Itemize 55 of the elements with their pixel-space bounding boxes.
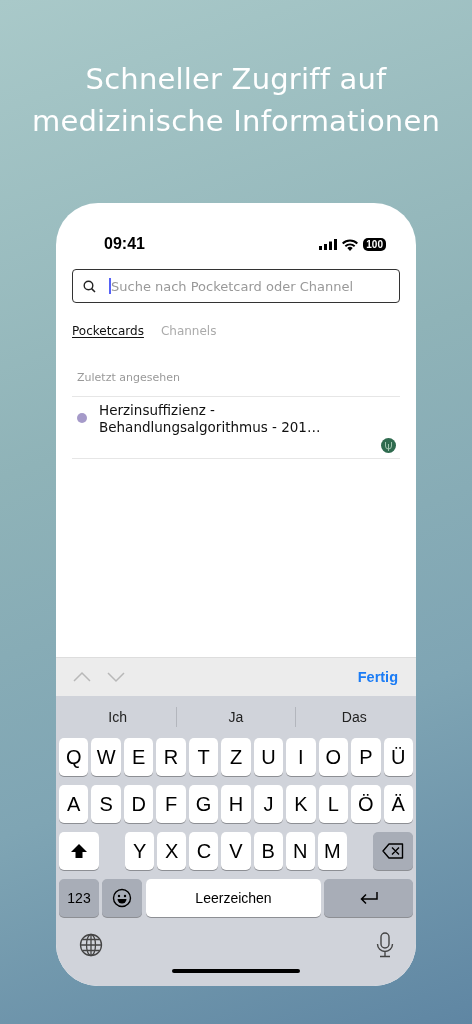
letter-key[interactable]: D bbox=[123, 785, 154, 823]
backspace-icon bbox=[382, 843, 404, 859]
letter-key[interactable]: Ä bbox=[383, 785, 413, 823]
status-time: 09:41 bbox=[104, 235, 145, 253]
letter-key[interactable]: O bbox=[318, 738, 349, 776]
letter-key[interactable]: G bbox=[188, 785, 219, 823]
emoji-key[interactable] bbox=[102, 879, 142, 917]
return-icon bbox=[358, 891, 379, 905]
numbers-key[interactable]: 123 bbox=[59, 879, 99, 917]
globe-icon[interactable] bbox=[79, 933, 103, 957]
letter-key[interactable]: W bbox=[91, 738, 121, 776]
item-title: Herzinsuffizienz - Behandlungsalgorithmus - 201… bbox=[99, 402, 322, 436]
search-field[interactable]: Suche nach Pocketcard oder Channel bbox=[72, 269, 400, 303]
delete-key[interactable] bbox=[373, 832, 413, 870]
recent-item[interactable]: Herzinsuffizienz - Behandlungsalgorithmus - 201… bbox=[72, 396, 400, 459]
letter-key[interactable]: A bbox=[59, 785, 89, 823]
headline: medizinische Informationen bbox=[31, 103, 441, 140]
letter-key[interactable]: V bbox=[221, 832, 251, 870]
shift-key[interactable] bbox=[59, 832, 99, 870]
shift-icon bbox=[70, 843, 88, 859]
letter-key[interactable]: S bbox=[91, 785, 121, 823]
letter-key[interactable]: M bbox=[317, 832, 347, 870]
microphone-icon[interactable] bbox=[376, 932, 394, 958]
emoji-icon bbox=[112, 888, 132, 908]
wifi-icon bbox=[342, 238, 359, 251]
letter-key[interactable]: U bbox=[253, 738, 284, 776]
letter-key[interactable]: C bbox=[189, 832, 219, 870]
letter-key[interactable]: J bbox=[253, 785, 284, 823]
letter-key[interactable]: Q bbox=[59, 738, 89, 776]
section-heading: Zuletzt angesehen bbox=[77, 371, 181, 386]
letter-key[interactable]: Y bbox=[125, 832, 155, 870]
letter-key[interactable]: L bbox=[318, 785, 349, 823]
letter-key[interactable]: K bbox=[286, 785, 316, 823]
battery-level: 100 bbox=[363, 238, 386, 251]
letter-key[interactable]: F bbox=[156, 785, 186, 823]
suggestion[interactable]: Das bbox=[295, 708, 413, 726]
signal-icon bbox=[319, 239, 338, 250]
tab[interactable]: Pocketcards bbox=[72, 324, 144, 338]
letter-key[interactable]: B bbox=[253, 832, 283, 870]
letter-key[interactable]: H bbox=[221, 785, 251, 823]
letter-key[interactable]: I bbox=[286, 738, 316, 776]
letter-key[interactable]: E bbox=[123, 738, 154, 776]
letter-key[interactable]: T bbox=[188, 738, 219, 776]
letter-key[interactable]: X bbox=[157, 832, 187, 870]
letter-key[interactable]: R bbox=[156, 738, 186, 776]
space-key[interactable]: Leerzeichen bbox=[146, 879, 321, 917]
letter-key[interactable]: P bbox=[351, 738, 381, 776]
suggestion[interactable]: Ja bbox=[177, 708, 295, 726]
letter-key[interactable]: Ö bbox=[351, 785, 381, 823]
letter-key[interactable]: N bbox=[285, 832, 315, 870]
headline: Schneller Zugriff auf bbox=[84, 61, 388, 98]
letter-key[interactable]: Ü bbox=[383, 738, 413, 776]
suggestion[interactable]: Ich bbox=[59, 708, 177, 726]
letter-key[interactable]: Z bbox=[221, 738, 251, 776]
avatar-icon bbox=[381, 438, 396, 453]
